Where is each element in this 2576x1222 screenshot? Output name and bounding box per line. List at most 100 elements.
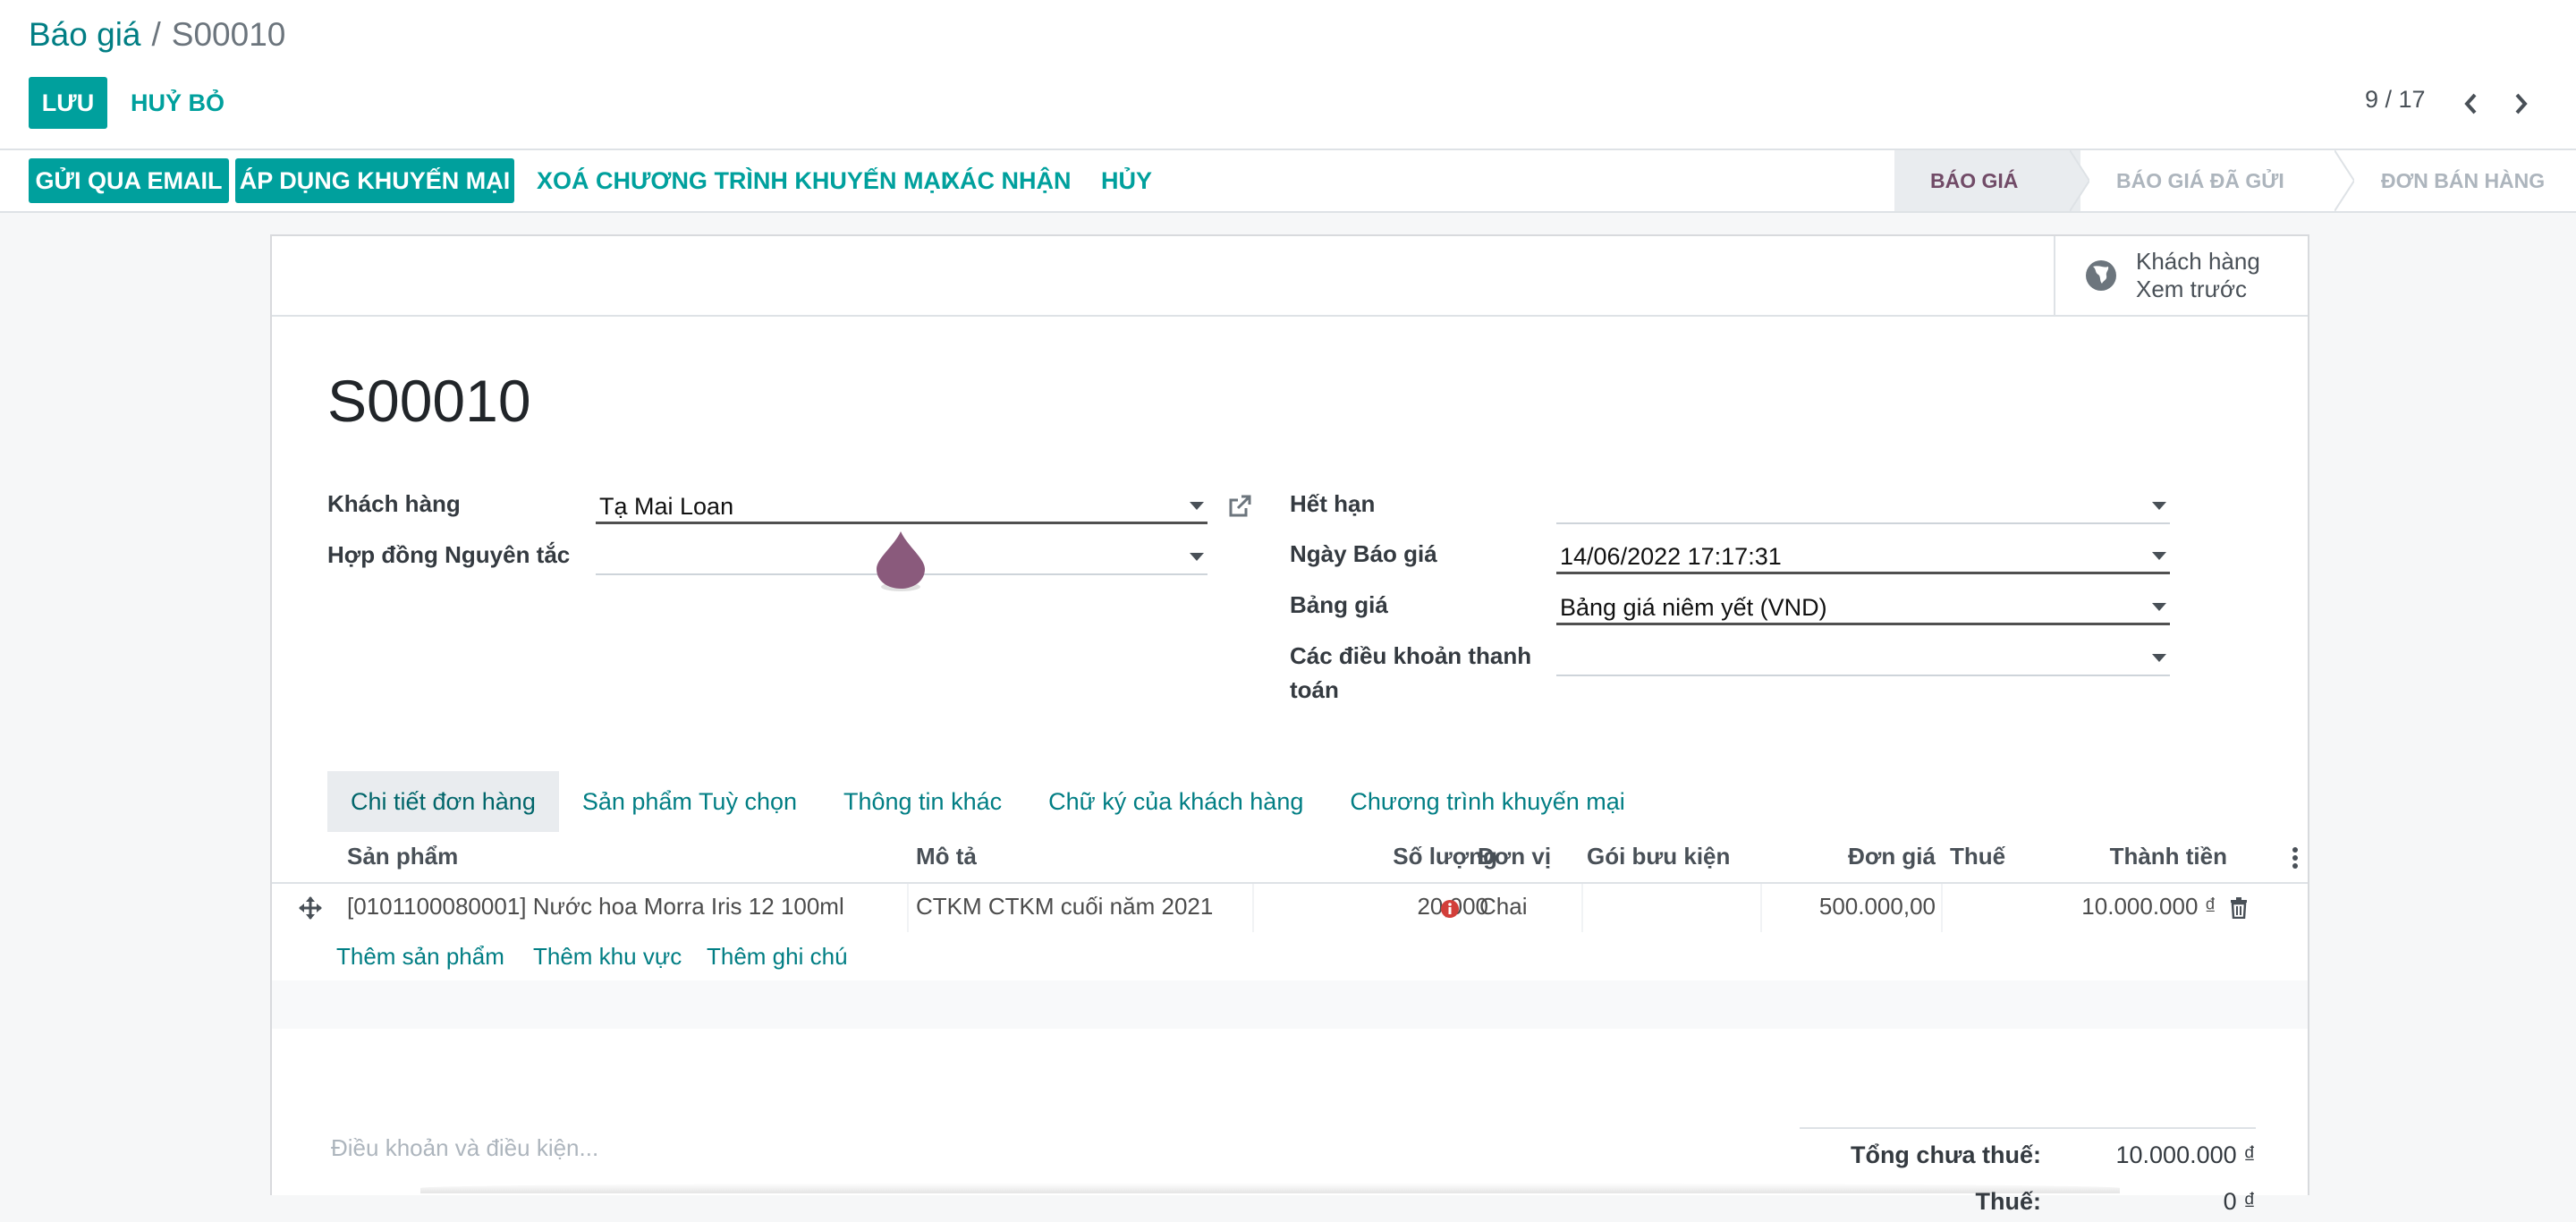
- record-name: S00010: [327, 368, 531, 434]
- customer-preview-label: Khách hàng Xem trước: [2136, 248, 2260, 303]
- chevron-left-icon: [2464, 93, 2477, 115]
- untaxed-total-value: 10.000.000 ₫: [2115, 1141, 2257, 1168]
- breadcrumb: Báo giá / S00010: [29, 16, 285, 54]
- expiration-field[interactable]: [1556, 488, 2170, 524]
- breadcrumb-separator: /: [151, 16, 161, 53]
- tax-total-row: Thuế: 0 ₫: [1800, 1175, 2257, 1222]
- caret-down-icon[interactable]: [1190, 553, 1204, 561]
- column-tax[interactable]: Thuế: [1950, 843, 2005, 870]
- row-description[interactable]: CTKM CTKM cuối năm 2021: [916, 893, 1213, 921]
- add-product-link[interactable]: Thêm sản phẩm: [336, 943, 504, 971]
- status-step-label: BÁO GIÁ: [1930, 168, 2019, 192]
- breadcrumb-parent-link[interactable]: Báo giá: [29, 16, 141, 53]
- remove-promotion-button[interactable]: XOÁ CHƯƠNG TRÌNH KHUYẾN MẠI: [537, 150, 947, 211]
- trash-icon[interactable]: [2229, 897, 2249, 919]
- external-link-icon[interactable]: [1227, 494, 1252, 519]
- caret-down-icon[interactable]: [2152, 603, 2166, 611]
- payment-terms-label: Các điều khoản thanh toán: [1290, 639, 1531, 707]
- customer-preview-line2: Xem trước: [2136, 276, 2248, 302]
- quote-date-field[interactable]: 14/06/2022 17:17:31: [1556, 539, 2170, 574]
- status-steps: BÁO GIÁ BÁO GIÁ ĐÃ GỬI ĐƠN BÁN HÀNG: [1894, 150, 2576, 211]
- quote-date-label: Ngày Báo giá: [1290, 540, 1437, 567]
- breadcrumb-current: S00010: [171, 16, 286, 53]
- cancel-order-button[interactable]: HỦY: [1101, 150, 1152, 211]
- status-step-sales-order[interactable]: ĐƠN BÁN HÀNG: [2345, 150, 2576, 211]
- customer-preview-line1: Khách hàng: [2136, 248, 2260, 275]
- add-line-row: Thêm sản phẩm Thêm khu vực Thêm ghi chú: [272, 932, 2308, 980]
- tax-total-value: 0 ₫: [2223, 1188, 2256, 1215]
- discard-button[interactable]: HUỶ BỎ: [131, 77, 225, 129]
- column-subtotal[interactable]: Thành tiền: [2088, 843, 2227, 870]
- status-step-label: BÁO GIÁ ĐÃ GỬI: [2116, 168, 2284, 192]
- payment-terms-label-line1: Các điều khoản thanh: [1290, 642, 1532, 669]
- pricelist-value: Bảng giá niêm yết (VND): [1560, 594, 1827, 621]
- customer-preview-button[interactable]: Khách hàng Xem trước: [2054, 236, 2308, 315]
- tab-promotions[interactable]: Chương trình khuyến mại: [1326, 771, 1648, 832]
- apply-promotion-button[interactable]: ÁP DỤNG KHUYẾN MẠI: [235, 158, 514, 203]
- status-arrow-icon: [2070, 150, 2089, 211]
- tab-order-lines[interactable]: Chi tiết đơn hàng: [327, 771, 559, 832]
- terms-and-conditions-input[interactable]: Điều khoản và điều kiện...: [331, 1134, 598, 1162]
- form-sheet: Khách hàng Xem trước S00010 Khách hàng T…: [270, 234, 2309, 1215]
- confirm-button[interactable]: XÁC NHẬN: [944, 150, 1072, 211]
- warning-info-icon[interactable]: [1440, 899, 1460, 919]
- column-product[interactable]: Sản phẩm: [347, 843, 458, 870]
- pager-value[interactable]: 9 / 17: [2365, 86, 2426, 114]
- row-product[interactable]: [0101100080001] Nước hoa Morra Iris 12 1…: [347, 893, 844, 921]
- pricelist-label: Bảng giá: [1290, 591, 1388, 618]
- touch-cursor-icon: [877, 531, 925, 591]
- column-divider: [1760, 884, 1762, 932]
- empty-row: [272, 980, 2308, 1029]
- table-row[interactable]: [0101100080001] Nước hoa Morra Iris 12 1…: [272, 884, 2308, 934]
- column-divider: [1252, 884, 1254, 932]
- status-step-quotation[interactable]: BÁO GIÁ: [1894, 150, 2089, 211]
- row-price-unit[interactable]: 500.000,00: [1792, 893, 1936, 921]
- column-price-unit[interactable]: Đơn giá: [1828, 843, 1936, 870]
- payment-terms-field[interactable]: [1556, 641, 2170, 676]
- tab-optional-products[interactable]: Sản phẩm Tuỳ chọn: [559, 771, 820, 832]
- column-divider: [1581, 884, 1583, 932]
- status-step-label: ĐƠN BÁN HÀNG: [2381, 168, 2546, 192]
- status-arrow-icon: [2334, 150, 2354, 211]
- caret-down-icon[interactable]: [1190, 502, 1204, 510]
- pager-previous-button[interactable]: [2453, 86, 2489, 122]
- button-box: Khách hàng Xem trước: [272, 236, 2308, 317]
- customer-value: Tạ Mai Loan: [599, 493, 734, 520]
- caret-down-icon[interactable]: [2152, 552, 2166, 560]
- customer-field[interactable]: Tạ Mai Loan: [596, 488, 1208, 524]
- notebook-tabs: Chi tiết đơn hàng Sản phẩm Tuỳ chọn Thôn…: [327, 771, 1648, 832]
- column-divider: [907, 884, 909, 932]
- contract-label: Hợp đồng Nguyên tắc: [327, 541, 571, 568]
- column-uom[interactable]: Đơn vị: [1478, 843, 1551, 870]
- column-divider: [1941, 884, 1943, 932]
- globe-icon: [2086, 260, 2116, 291]
- column-package[interactable]: Gói bưu kiện: [1587, 843, 1730, 870]
- status-step-quotation-sent[interactable]: BÁO GIÁ ĐÃ GỬI: [2080, 150, 2354, 211]
- column-description[interactable]: Mô tả: [916, 843, 977, 870]
- payment-terms-label-line2: toán: [1290, 676, 1339, 703]
- untaxed-total-label: Tổng chưa thuế:: [1850, 1141, 2041, 1168]
- untaxed-total-row: Tổng chưa thuế: 10.000.000 ₫: [1800, 1129, 2256, 1175]
- customer-label: Khách hàng: [327, 490, 461, 517]
- kebab-menu-icon[interactable]: [2292, 846, 2299, 870]
- drag-handle-icon[interactable]: [299, 896, 322, 920]
- sheet-shadow: [420, 1183, 2120, 1193]
- send-email-button[interactable]: GỬI QUA EMAIL: [29, 158, 229, 203]
- add-section-link[interactable]: Thêm khu vực: [533, 943, 682, 971]
- order-lines-header: Sản phẩm Mô tả Số lượng Đơn vị Gói bưu k…: [272, 832, 2308, 884]
- caret-down-icon[interactable]: [2152, 654, 2166, 662]
- tab-other-info[interactable]: Thông tin khác: [820, 771, 1025, 832]
- tab-customer-signature[interactable]: Chữ ký của khách hàng: [1025, 771, 1326, 832]
- row-uom[interactable]: Chai: [1479, 893, 1527, 921]
- pricelist-field[interactable]: Bảng giá niêm yết (VND): [1556, 590, 2170, 625]
- quote-date-value: 14/06/2022 17:17:31: [1560, 543, 1782, 570]
- totals-box: Tổng chưa thuế: 10.000.000 ₫ Thuế: 0 ₫: [1800, 1127, 2256, 1222]
- chevron-right-icon: [2515, 93, 2528, 115]
- control-panel: Báo giá / S00010 LƯU HUỶ BỎ 9 / 17: [0, 0, 2576, 150]
- save-button[interactable]: LƯU: [29, 77, 107, 129]
- pager-next-button[interactable]: [2503, 86, 2538, 122]
- statusbar: GỬI QUA EMAIL ÁP DỤNG KHUYẾN MẠI XOÁ CHƯ…: [0, 150, 2576, 213]
- caret-down-icon[interactable]: [2152, 502, 2166, 510]
- row-quantity[interactable]: 20,000: [1372, 893, 1488, 921]
- add-note-link[interactable]: Thêm ghi chú: [707, 943, 848, 971]
